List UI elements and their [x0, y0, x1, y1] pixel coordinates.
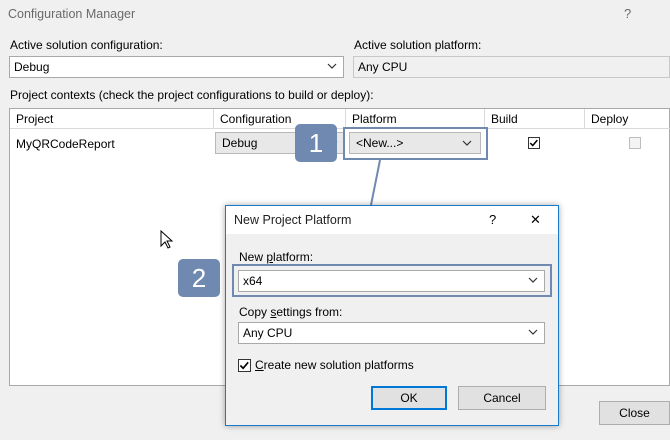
chevron-down-icon [528, 329, 538, 335]
copy-settings-dropdown[interactable]: Any CPU [238, 322, 545, 344]
table-row[interactable]: MyQRCodeReport Debug <New...> [10, 129, 669, 155]
dialog-titlebar: New Project Platform ? ✕ [226, 206, 558, 234]
checkmark-icon [529, 139, 538, 147]
column-header-platform[interactable]: Platform [346, 109, 485, 129]
active-config-label: Active solution configuration: [10, 38, 163, 52]
copy-settings-label: Copy settings from: [239, 305, 343, 319]
copy-settings-value: Any CPU [243, 326, 293, 340]
dialog-close-button[interactable]: ✕ [530, 212, 541, 228]
column-header-project[interactable]: Project [10, 109, 214, 129]
callout-1: 1 [295, 124, 337, 162]
create-solution-platforms-label: Create new solution platforms [255, 358, 414, 372]
active-config-value: Debug [14, 60, 50, 74]
new-platform-highlight-box [232, 264, 552, 297]
row-build-checkbox[interactable] [528, 137, 540, 149]
window-titlebar: Configuration Manager ? [0, 0, 670, 28]
project-contexts-label: Project contexts (check the project conf… [10, 88, 374, 102]
help-button[interactable]: ? [624, 6, 631, 21]
row-configuration-value: Debug [222, 136, 258, 150]
active-platform-value: Any CPU [358, 60, 408, 74]
active-platform-label: Active solution platform: [354, 38, 482, 52]
ok-button[interactable]: OK [371, 386, 447, 410]
dialog-help-button[interactable]: ? [489, 212, 496, 227]
column-header-build[interactable]: Build [485, 109, 585, 129]
active-platform-dropdown[interactable]: Any CPU [353, 56, 670, 78]
new-project-platform-dialog: New Project Platform ? ✕ New platform: x… [225, 205, 559, 426]
new-platform-label: New platform: [239, 250, 314, 264]
row-project-name: MyQRCodeReport [16, 137, 115, 151]
chevron-down-icon [327, 63, 337, 69]
row-deploy-checkbox[interactable] [629, 137, 641, 149]
mouse-cursor-icon [160, 230, 174, 249]
dialog-title: New Project Platform [234, 213, 352, 227]
create-solution-platforms-checkbox[interactable] [238, 359, 251, 372]
checkmark-icon [239, 361, 249, 370]
close-button[interactable]: Close [599, 401, 670, 425]
cancel-button[interactable]: Cancel [458, 386, 546, 410]
active-config-dropdown[interactable]: Debug [9, 56, 344, 78]
window-title: Configuration Manager [8, 7, 136, 21]
platform-highlight-box [343, 127, 488, 160]
callout-2: 2 [178, 259, 220, 297]
column-header-deploy[interactable]: Deploy [585, 109, 670, 129]
